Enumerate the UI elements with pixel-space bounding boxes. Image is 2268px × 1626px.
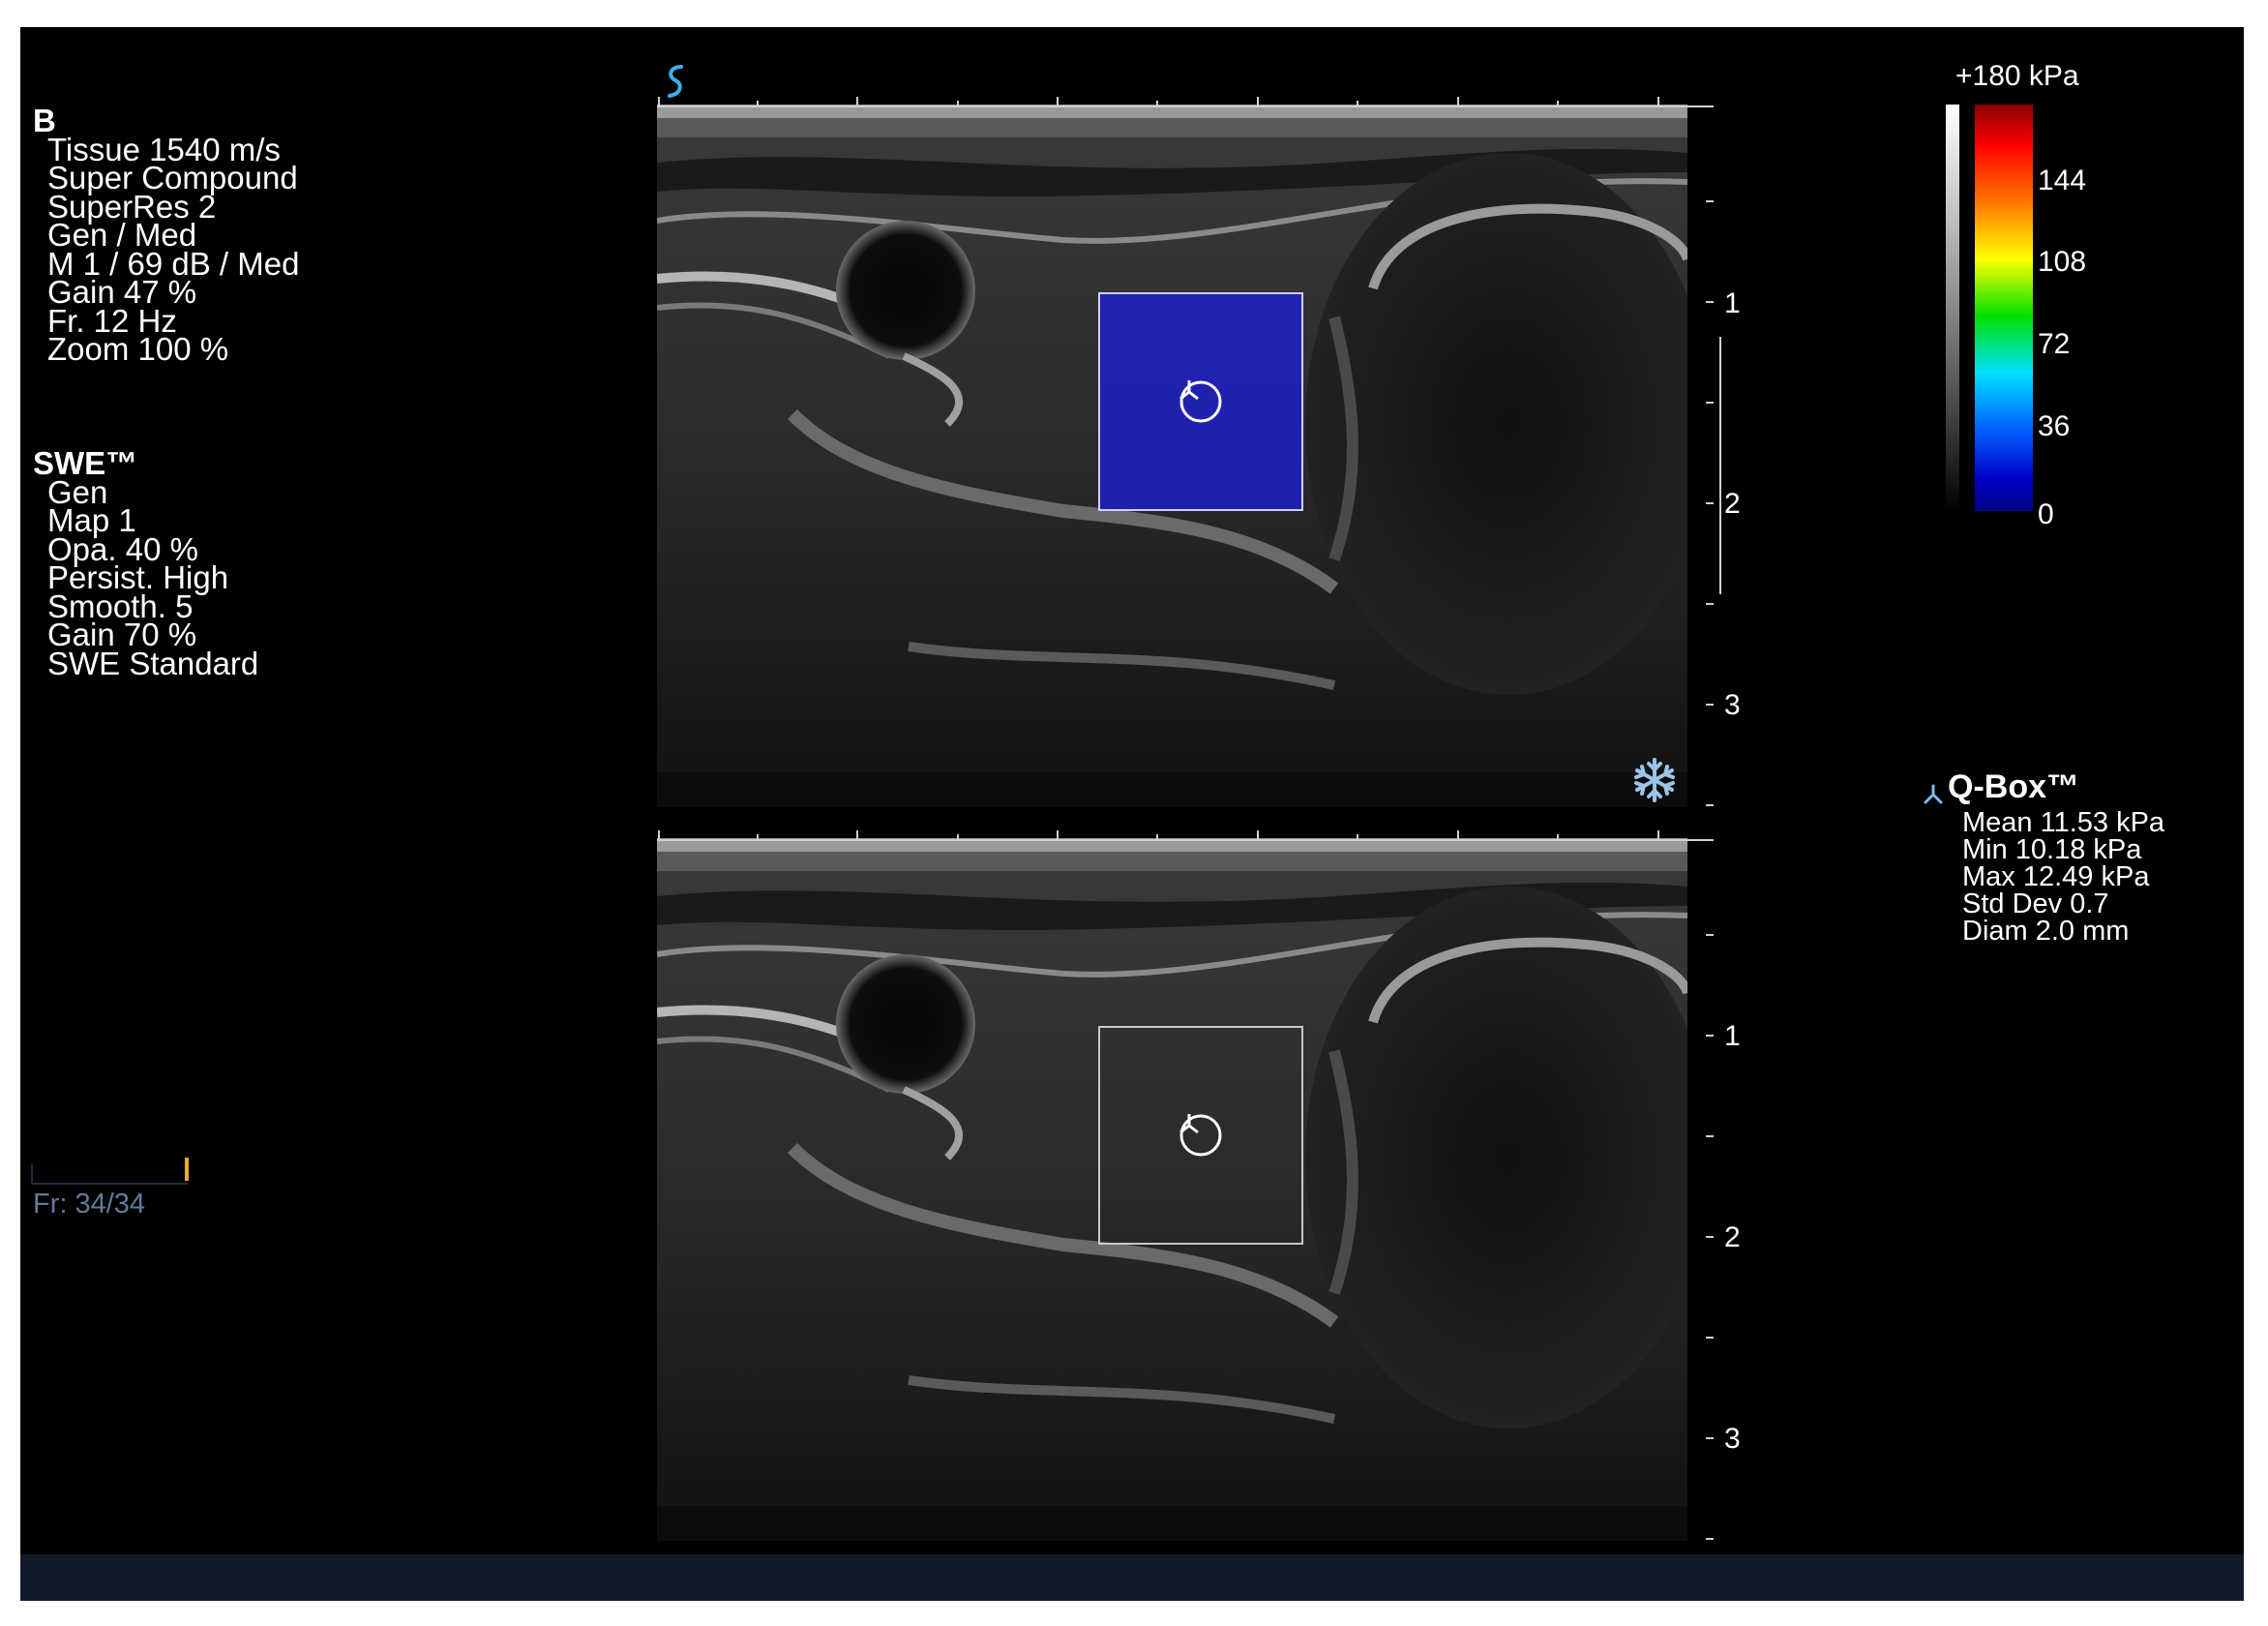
- qbox-stat-max: Max 12.49 kPa: [1962, 861, 2150, 892]
- qbox-marker-icon: [1924, 784, 1943, 804]
- swe-roi-box: [1098, 292, 1303, 511]
- swe-parameters: SWE™ Gen Map 1 Opa. 40 % Persist. High S…: [33, 447, 259, 681]
- swe-elastography-image[interactable]: [657, 105, 1687, 807]
- qbox-stats: Mean 11.53 kPa Min 10.18 kPa Max 12.49 k…: [1962, 807, 2165, 947]
- swe-param-mode: SWE Standard: [47, 645, 259, 681]
- qbox-stat-mean: Mean 11.53 kPa: [1962, 807, 2165, 838]
- color-scale-tick-0: 0: [2038, 498, 2054, 530]
- qbox-stat-min: Min 10.18 kPa: [1962, 834, 2142, 865]
- status-bar: [20, 1554, 2244, 1601]
- depth-label-2-bottom: 2: [1724, 1221, 1741, 1253]
- lateral-ruler-bottom: [657, 830, 1714, 841]
- grayscale-bar: [1946, 105, 1959, 511]
- bmode-param-zoom: Zoom 100 %: [47, 331, 229, 367]
- depth-ruler: 1 2 3 1 2 3: [1685, 27, 1801, 1576]
- color-scale-tick-108: 108: [2038, 246, 2087, 278]
- bmode-parameters: B Tissue 1540 m/s Super Compound SuperRe…: [33, 105, 299, 367]
- qbox-title: Q-Box™: [1948, 768, 2079, 805]
- cine-position-marker[interactable]: [185, 1158, 189, 1181]
- elasticity-color-bar: [1975, 105, 2033, 511]
- ultrasound-screen: B Tissue 1540 m/s Super Compound SuperRe…: [20, 27, 2244, 1601]
- qbox-stat-stddev: Std Dev 0.7: [1962, 888, 2109, 919]
- depth-label-1-bottom: 1: [1724, 1020, 1741, 1052]
- depth-label-3-top: 3: [1724, 689, 1741, 721]
- color-scale-tick-36: 36: [2038, 410, 2071, 442]
- depth-label-3-bottom: 3: [1724, 1423, 1741, 1455]
- color-scale-tick-72: 72: [2038, 328, 2071, 360]
- depth-label-2-top: 2: [1724, 488, 1741, 520]
- color-scale-max-label: +180 kPa: [1955, 60, 2079, 92]
- freeze-snowflake-icon[interactable]: [1631, 757, 1678, 803]
- frame-counter: Fr: 34/34: [33, 1189, 146, 1220]
- cine-scrollbar[interactable]: [31, 1163, 188, 1185]
- lateral-ruler-top: [657, 97, 1714, 107]
- qbox-stat-diameter: Diam 2.0 mm: [1962, 916, 2130, 947]
- depth-label-1-top: 1: [1724, 287, 1741, 319]
- bmode-reference-image[interactable]: [657, 838, 1687, 1541]
- color-scale-tick-144: 144: [2038, 165, 2087, 196]
